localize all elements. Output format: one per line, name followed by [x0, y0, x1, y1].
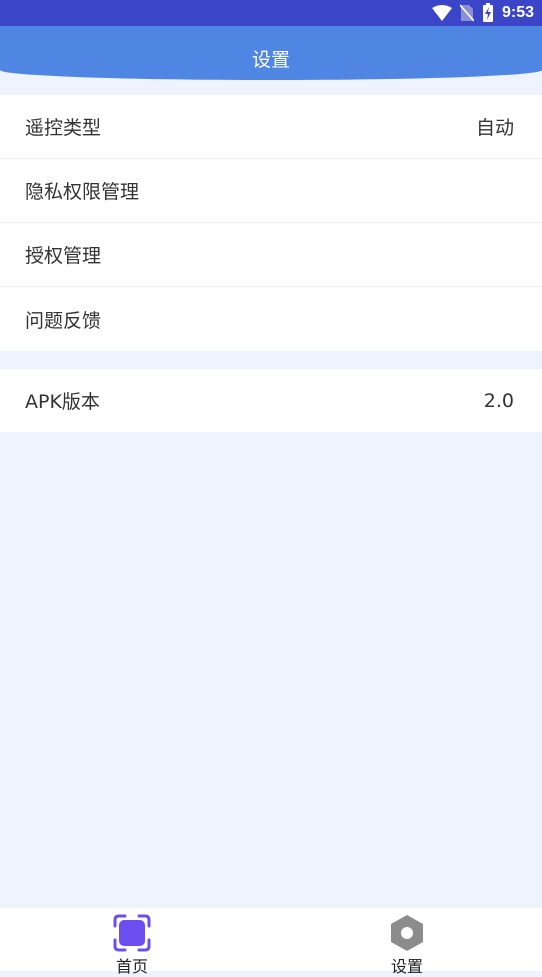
settings-item-authorization[interactable]: 授权管理: [0, 223, 542, 287]
settings-item-remote-type[interactable]: 遥控类型 自动: [0, 95, 542, 159]
settings-item-privacy-permissions[interactable]: 隐私权限管理: [0, 159, 542, 223]
version-label: APK版本: [25, 391, 100, 413]
status-bar: 9:53: [0, 0, 542, 26]
settings-item-label: 遥控类型: [25, 117, 102, 139]
settings-list: 遥控类型 自动 隐私权限管理 授权管理 问题反馈: [0, 95, 542, 351]
settings-hexagon-icon: [391, 915, 423, 951]
settings-item-apk-version[interactable]: APK版本 2.0: [0, 369, 542, 432]
nav-home-label: 首页: [115, 957, 148, 976]
status-time: 9:53: [501, 4, 534, 21]
wifi-icon: [431, 5, 452, 21]
no-sim-icon: [459, 4, 474, 22]
battery-charging-icon: [482, 3, 493, 22]
settings-item-label: 问题反馈: [25, 309, 102, 332]
settings-item-value: 自动: [475, 117, 514, 139]
home-scan-icon: [113, 914, 151, 952]
nav-home[interactable]: 首页: [72, 908, 192, 976]
settings-item-label: 隐私权限管理: [25, 181, 140, 203]
status-icons: 9:53: [431, 0, 534, 26]
bottom-nav: 首页 设置: [0, 908, 542, 976]
nav-settings-label: 设置: [390, 957, 423, 976]
nav-settings[interactable]: 设置: [347, 908, 467, 976]
page-title: 设置: [251, 49, 290, 71]
version-card: APK版本 2.0: [0, 369, 542, 432]
settings-item-feedback[interactable]: 问题反馈: [0, 287, 542, 351]
version-value: 2.0: [483, 389, 514, 412]
settings-item-label: 授权管理: [25, 245, 102, 267]
